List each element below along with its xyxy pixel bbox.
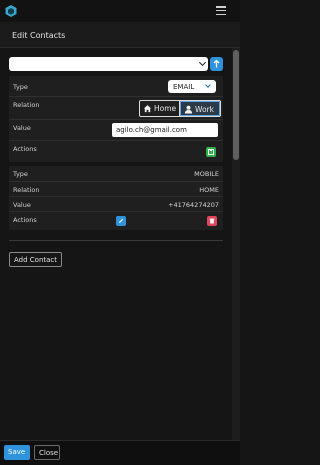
chevron-down-icon [205, 82, 211, 88]
add-picker-button[interactable] [210, 57, 223, 71]
relation-work-label: Work [195, 105, 214, 114]
contact-value-row: Value +41764274207 [9, 197, 223, 212]
editor-type-row: Type EMAIL [9, 76, 223, 97]
arrow-up-icon [213, 59, 220, 68]
top-bar [0, 0, 240, 22]
contact-row-card: Type MOBILE Relation HOME Value +4176427… [9, 166, 223, 230]
type-label: Type [13, 83, 28, 91]
value-label: Value [13, 124, 31, 132]
editor-relation-row: Relation Home Work [9, 97, 223, 120]
relation-home-button[interactable]: Home [140, 101, 180, 116]
close-label: Close [39, 449, 59, 457]
contact-relation-row: Relation HOME [9, 182, 223, 197]
relation-work-button[interactable]: Work [180, 101, 220, 116]
relation-home-label: Home [154, 104, 177, 113]
pencil-icon [119, 218, 124, 223]
contact-relation-value: HOME [199, 186, 219, 194]
save-icon [208, 149, 214, 155]
contact-type-picker[interactable] [9, 57, 208, 71]
type-select[interactable]: EMAIL [168, 80, 216, 93]
home-icon [143, 105, 152, 113]
edit-contact-button[interactable] [116, 216, 126, 226]
save-contact-button[interactable] [206, 147, 216, 157]
actions-label: Actions [13, 145, 37, 153]
page-title: Edit Contacts [12, 31, 66, 40]
chevron-down-icon [198, 58, 207, 67]
save-label: Save [8, 448, 26, 456]
value-label: Value [13, 201, 31, 209]
trash-icon [209, 218, 215, 224]
section-divider [9, 240, 223, 241]
value-input[interactable]: agilo.ch@gmail.com [112, 123, 218, 137]
value-input-text: agilo.ch@gmail.com [116, 126, 187, 134]
relation-label: Relation [13, 101, 40, 109]
actions-label: Actions [13, 216, 37, 224]
contact-editor-card: Type EMAIL Relation Home Work Value agil… [9, 76, 223, 162]
type-select-value: EMAIL [173, 83, 195, 91]
title-bar: Edit Contacts [0, 22, 240, 48]
scrollbar-thumb[interactable] [233, 50, 239, 160]
contact-value: +41764274207 [168, 201, 219, 209]
relation-toggle[interactable]: Home Work [139, 100, 221, 117]
add-contact-label: Add Contact [14, 256, 58, 264]
hamburger-menu-icon[interactable] [216, 6, 226, 16]
editor-value-row: Value agilo.ch@gmail.com [9, 120, 223, 141]
person-icon [184, 105, 193, 114]
cube-logo-icon [5, 5, 17, 17]
editor-actions-row: Actions [9, 141, 223, 162]
close-button[interactable]: Close [34, 445, 60, 460]
save-button[interactable]: Save [4, 445, 30, 460]
contact-actions-row: Actions [9, 212, 223, 230]
add-contact-button[interactable]: Add Contact [9, 252, 62, 267]
contact-type-row: Type MOBILE [9, 166, 223, 182]
type-label: Type [13, 170, 28, 178]
delete-contact-button[interactable] [207, 216, 217, 226]
relation-label: Relation [13, 186, 40, 194]
contact-type-value: MOBILE [194, 170, 219, 178]
